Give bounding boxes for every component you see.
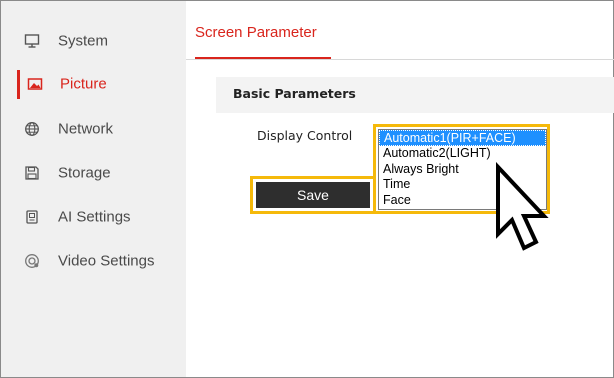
select-option[interactable]: Automatic1(PIR+FACE): [379, 130, 546, 146]
globe-icon: [23, 120, 41, 138]
sidebar-item-video-settings[interactable]: Video Settings: [1, 244, 186, 278]
sidebar-item-label: Picture: [60, 75, 107, 93]
sidebar-item-picture[interactable]: Picture: [1, 67, 186, 101]
chip-icon: [23, 208, 41, 226]
save-disk-icon: [23, 164, 41, 182]
section-title: Basic Parameters: [233, 86, 356, 101]
select-option[interactable]: Automatic2(LIGHT): [379, 146, 546, 162]
sidebar-item-label: Network: [58, 120, 114, 138]
sidebar-item-network[interactable]: Network: [1, 112, 186, 146]
save-button[interactable]: Save: [256, 182, 370, 208]
tab-screen-parameter[interactable]: Screen Parameter: [195, 24, 317, 41]
sidebar-item-system[interactable]: System: [1, 24, 186, 58]
image-icon: [26, 75, 44, 93]
header-divider: [186, 59, 614, 60]
sidebar: System Picture Network Storage AI Settin…: [1, 1, 186, 377]
display-control-label: Display Control: [257, 128, 353, 143]
mouse-pointer-icon: [496, 162, 549, 251]
sidebar-item-storage[interactable]: Storage: [1, 156, 186, 190]
sidebar-item-label: Storage: [58, 164, 111, 182]
active-indicator: [17, 70, 20, 99]
monitor-icon: [23, 32, 41, 50]
camera-icon: [23, 252, 41, 270]
sidebar-item-label: Video Settings: [58, 252, 155, 270]
sidebar-item-ai-settings[interactable]: AI Settings: [1, 200, 186, 234]
sidebar-item-label: AI Settings: [58, 208, 131, 226]
sidebar-item-label: System: [58, 32, 109, 50]
